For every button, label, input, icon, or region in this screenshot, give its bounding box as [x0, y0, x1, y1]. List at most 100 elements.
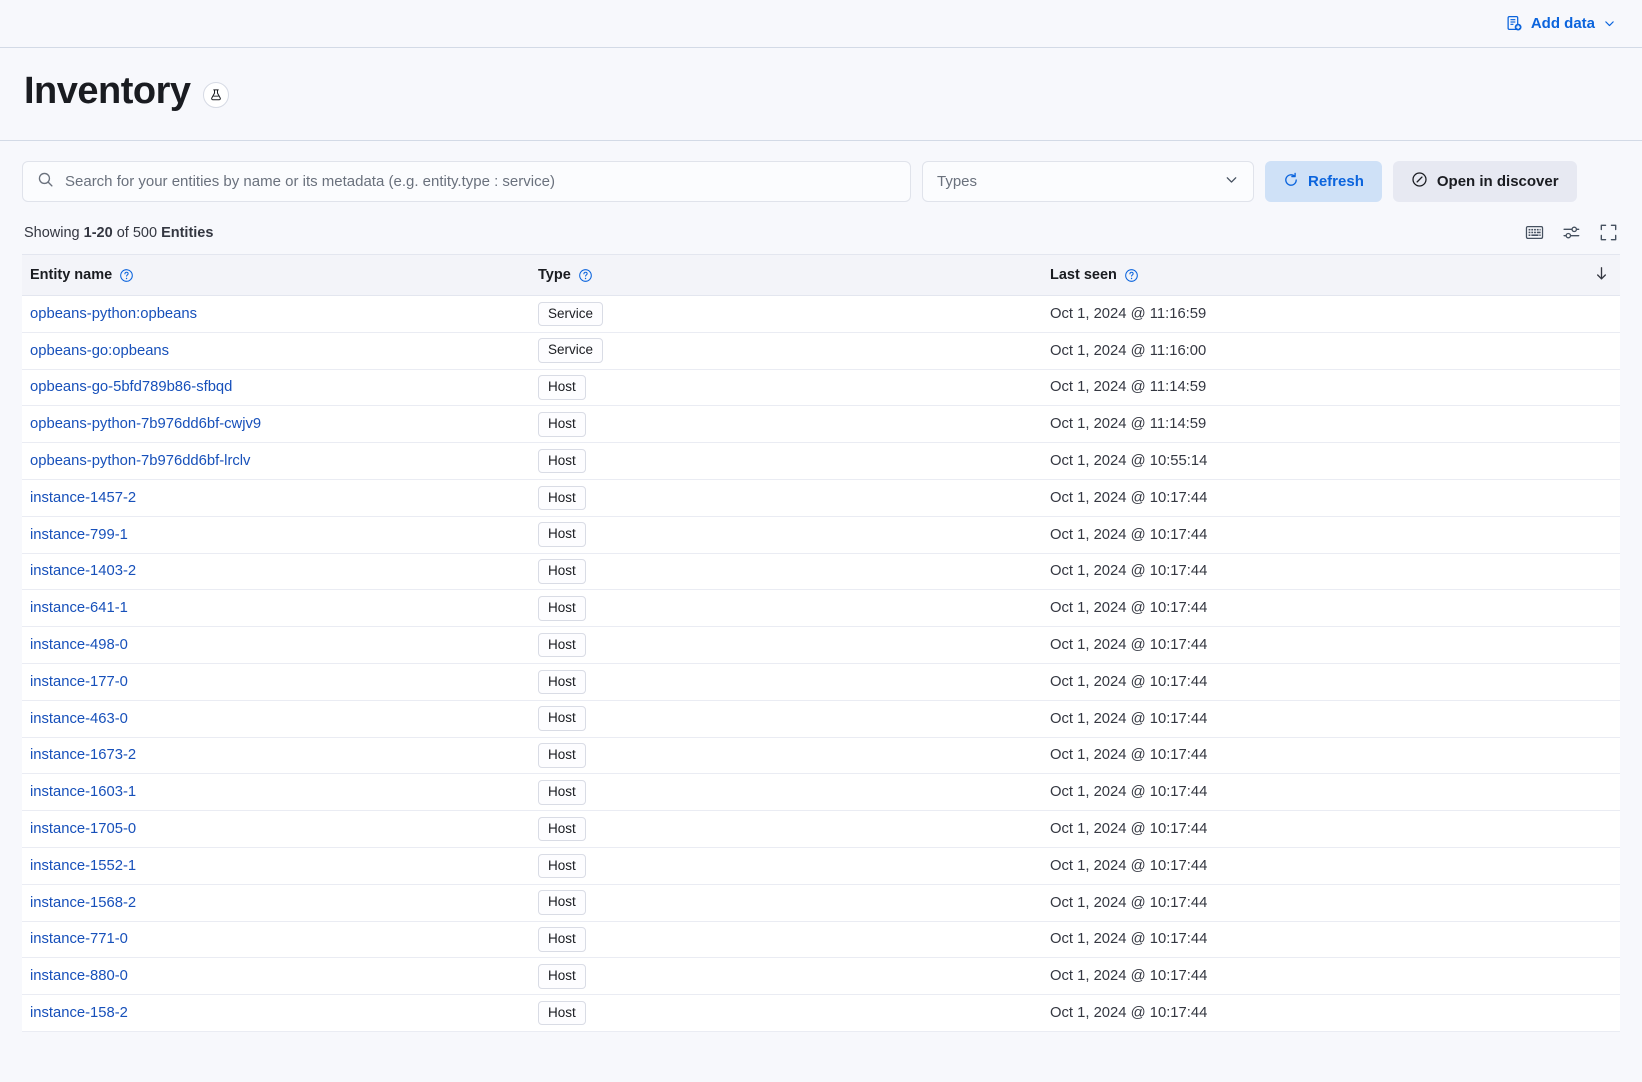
entity-name-link[interactable]: instance-177-0: [30, 674, 128, 690]
type-badge: Host: [538, 743, 586, 768]
table-row: instance-1403-2 Host Oct 1, 2024 @ 10:17:4…: [22, 553, 1620, 590]
entity-name-link[interactable]: opbeans-python-7b976dd6bf-cwjv9: [30, 416, 261, 432]
column-header-type[interactable]: Type: [528, 255, 1040, 296]
table-row: instance-1552-1 Host Oct 1, 2024 @ 10:17:4…: [22, 847, 1620, 884]
help-icon[interactable]: [1124, 268, 1139, 283]
table-row: instance-1705-0 Host Oct 1, 2024 @ 10:17:4…: [22, 811, 1620, 848]
type-cell: Service: [528, 332, 1040, 369]
entity-name-link[interactable]: instance-880-0: [30, 968, 128, 984]
entity-name-link[interactable]: instance-158-2: [30, 1005, 128, 1021]
chevron-down-icon: [1603, 17, 1616, 30]
table-row: instance-158-2 HostOct 1, 2024 @ 10:17:44: [22, 995, 1620, 1032]
last-seen-cell: Oct 1, 2024 @ 10:17:44: [1040, 811, 1620, 848]
table-row: opbeans-python-7b976dd6bf-cwjv9 HostOct 1…: [22, 406, 1620, 443]
open-in-discover-button[interactable]: Open in discover: [1393, 161, 1577, 202]
sliders-icon[interactable]: [1562, 223, 1581, 242]
entity-name-cell: instance-1603-1: [22, 774, 528, 811]
type-badge: Host: [538, 449, 586, 474]
entity-name-cell: instance-880-0: [22, 958, 528, 995]
last-seen-cell: Oct 1, 2024 @ 10:17:44: [1040, 590, 1620, 627]
refresh-icon: [1283, 172, 1299, 192]
entity-name-link[interactable]: instance-1457-2: [30, 490, 136, 506]
entity-name-cell: opbeans-python-7b976dd6bf-cwjv9: [22, 406, 528, 443]
column-label: Last seen: [1050, 267, 1117, 283]
type-cell: Host: [528, 921, 1040, 958]
entity-name-cell: opbeans-python:opbeans: [22, 296, 528, 333]
help-icon[interactable]: [119, 268, 134, 283]
add-data-label: Add data: [1531, 15, 1595, 32]
table-body: opbeans-python:opbeansServiceOct 1, 2024…: [22, 296, 1620, 1032]
summary-row: Showing 1-20 of 500 Entities: [22, 223, 1620, 242]
refresh-label: Refresh: [1308, 173, 1364, 190]
type-badge: Host: [538, 890, 586, 915]
type-cell: Host: [528, 847, 1040, 884]
help-icon[interactable]: [578, 268, 593, 283]
entity-name-cell: instance-1457-2: [22, 479, 528, 516]
type-cell: Host: [528, 663, 1040, 700]
table-row: instance-177-0HostOct 1, 2024 @ 10:17:44: [22, 663, 1620, 700]
column-header-entity-name[interactable]: Entity name: [22, 255, 528, 296]
inventory-table: Entity name Type: [22, 254, 1620, 1032]
entity-name-link[interactable]: opbeans-go:opbeans: [30, 343, 169, 359]
summary-range: 1-20: [84, 225, 113, 241]
beaker-icon[interactable]: [203, 82, 229, 108]
entity-name-cell: instance-799-1: [22, 516, 528, 553]
type-cell: Host: [528, 774, 1040, 811]
type-badge: Host: [538, 854, 586, 879]
type-cell: Host: [528, 406, 1040, 443]
type-badge: Host: [538, 486, 586, 511]
entity-name-link[interactable]: instance-1603-1: [30, 784, 136, 800]
entity-name-link[interactable]: opbeans-python-7b976dd6bf-lrclv: [30, 453, 250, 469]
type-badge: Host: [538, 633, 586, 658]
refresh-button[interactable]: Refresh: [1265, 161, 1382, 202]
entity-name-cell: opbeans-go:opbeans: [22, 332, 528, 369]
entity-name-link[interactable]: instance-1403-2: [30, 563, 136, 579]
open-in-discover-label: Open in discover: [1437, 173, 1559, 190]
search-box[interactable]: [22, 161, 911, 202]
entity-name-link[interactable]: instance-1705-0: [30, 821, 136, 837]
search-input[interactable]: [65, 173, 896, 190]
last-seen-cell: Oct 1, 2024 @ 10:17:44: [1040, 700, 1620, 737]
entity-name-link[interactable]: opbeans-go-5bfd789b86-sfbqd: [30, 379, 232, 395]
type-badge: Host: [538, 559, 586, 584]
entity-name-link[interactable]: instance-771-0: [30, 931, 128, 947]
entity-name-cell: opbeans-python-7b976dd6bf-lrclv: [22, 443, 528, 480]
entity-name-link[interactable]: instance-1568-2: [30, 895, 136, 911]
entity-name-link[interactable]: instance-463-0: [30, 711, 128, 727]
types-select-label: Types: [937, 173, 977, 190]
last-seen-cell: Oct 1, 2024 @ 10:17:44: [1040, 995, 1620, 1032]
last-seen-cell: Oct 1, 2024 @ 10:17:44: [1040, 553, 1620, 590]
add-data-button[interactable]: Add data: [1504, 11, 1618, 36]
last-seen-cell: Oct 1, 2024 @ 10:17:44: [1040, 847, 1620, 884]
results-count: Showing 1-20 of 500 Entities: [24, 225, 213, 241]
type-cell: Host: [528, 995, 1040, 1032]
type-cell: Host: [528, 737, 1040, 774]
type-badge: Host: [538, 817, 586, 842]
last-seen-cell: Oct 1, 2024 @ 11:14:59: [1040, 369, 1620, 406]
type-badge: Host: [538, 964, 586, 989]
entity-name-link[interactable]: opbeans-python:opbeans: [30, 306, 197, 322]
type-cell: Host: [528, 884, 1040, 921]
arrow-down-icon[interactable]: [1593, 265, 1610, 286]
types-select[interactable]: Types: [922, 161, 1254, 202]
entity-name-link[interactable]: instance-1552-1: [30, 858, 136, 874]
entity-name-link[interactable]: instance-498-0: [30, 637, 128, 653]
entity-name-link[interactable]: instance-641-1: [30, 600, 128, 616]
last-seen-cell: Oct 1, 2024 @ 11:16:59: [1040, 296, 1620, 333]
table-row: instance-771-0HostOct 1, 2024 @ 10:17:44: [22, 921, 1620, 958]
last-seen-cell: Oct 1, 2024 @ 11:14:59: [1040, 406, 1620, 443]
column-header-last-seen[interactable]: Last seen: [1040, 255, 1620, 296]
entity-name-cell: instance-1403-2: [22, 553, 528, 590]
table-row: instance-1457-2HostOct 1, 2024 @ 10:17:4…: [22, 479, 1620, 516]
last-seen-cell: Oct 1, 2024 @ 10:17:44: [1040, 884, 1620, 921]
display-density-icon[interactable]: [1525, 223, 1544, 242]
column-label: Type: [538, 267, 571, 283]
entity-name-link[interactable]: instance-1673-2: [30, 747, 136, 763]
entity-name-link[interactable]: instance-799-1: [30, 527, 128, 543]
table-row: instance-799-1HostOct 1, 2024 @ 10:17:44: [22, 516, 1620, 553]
fullscreen-icon[interactable]: [1599, 223, 1618, 242]
table-row: opbeans-python-7b976dd6bf-lrclvHostOct 1…: [22, 443, 1620, 480]
top-bar: Add data: [0, 0, 1642, 48]
entity-name-cell: instance-1705-0: [22, 811, 528, 848]
type-cell: Host: [528, 958, 1040, 995]
